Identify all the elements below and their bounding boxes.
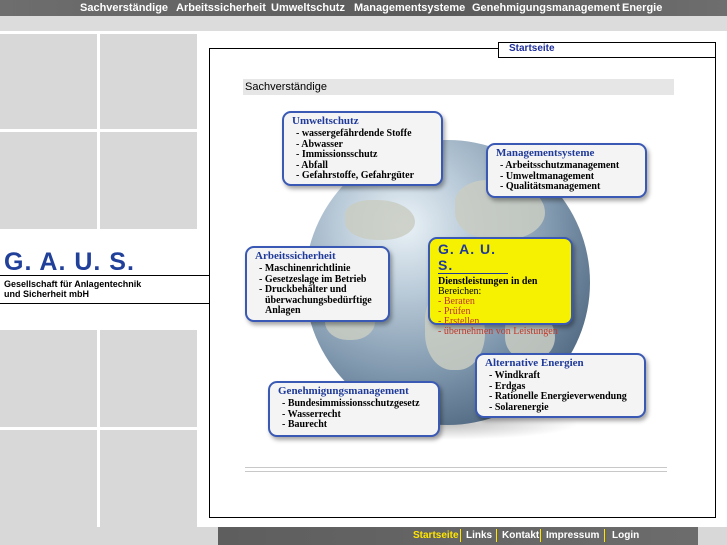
box-title: Alternative Energien xyxy=(485,357,584,369)
list-item: - Gefahrstoffe, Gefahrgüter xyxy=(296,170,415,181)
list-item: - Rationelle Energieverwendung xyxy=(489,391,627,402)
separator-pipe xyxy=(460,529,461,542)
footer-link-kontakt[interactable]: Kontakt xyxy=(502,530,539,541)
decor-tile xyxy=(0,430,97,527)
list-item: - Arbeitsschutzmanagement xyxy=(500,160,620,171)
list-item: - wassergefährdende Stoffe xyxy=(296,128,412,139)
nav-managementsysteme[interactable]: Managementsysteme xyxy=(354,1,465,15)
decor-tile xyxy=(0,132,97,229)
gaus-title: G. A. U. S. xyxy=(438,241,508,274)
list-item: - Windkraft xyxy=(489,370,541,381)
box-managementsysteme[interactable]: Managementsysteme - Arbeitsschutzmanagem… xyxy=(486,143,647,198)
decor-tile xyxy=(0,34,97,129)
footer-link-login[interactable]: Login xyxy=(612,530,639,541)
box-title: Arbeitssicherheit xyxy=(255,250,336,262)
logo: G. A. U. S. xyxy=(4,248,135,276)
decor-tile xyxy=(100,330,197,427)
box-alternative-energien[interactable]: Alternative Energien - Windkraft - Erdga… xyxy=(475,353,646,418)
nav-energie[interactable]: Energie xyxy=(622,1,662,15)
divider xyxy=(0,303,210,304)
box-title: Genehmigungsmanagement xyxy=(278,385,409,397)
nav-umweltschutz[interactable]: Umweltschutz xyxy=(271,1,345,15)
nav-arbeitssicherheit[interactable]: Arbeitssicherheit xyxy=(176,1,266,15)
list-item: - Bundesimmissionsschutzgesetz xyxy=(282,398,420,409)
list-item: - übernehmen von Leistungen xyxy=(438,326,558,337)
list-item: - Maschinenrichtlinie xyxy=(259,263,351,274)
list-item: Anlagen xyxy=(265,305,301,316)
divider xyxy=(0,275,210,276)
nav-genehmigungsmanagement[interactable]: Genehmigungsmanagement xyxy=(472,1,620,15)
tagline: Gesellschaft für Anlagentechnik und Sich… xyxy=(4,279,141,299)
list-item: - Qualitätsmanagement xyxy=(500,181,601,192)
decor-tile xyxy=(100,132,197,229)
footer-link-startseite[interactable]: Startseite xyxy=(413,530,459,541)
box-gaus[interactable]: G. A. U. S. Dienstleistungen in den Bere… xyxy=(428,237,573,337)
box-umweltschutz[interactable]: Umweltschutz - wassergefährdende Stoffe … xyxy=(282,111,443,186)
list-item: - Solarenergie xyxy=(489,401,549,413)
tagline-line: Gesellschaft für Anlagentechnik xyxy=(4,279,142,289)
footer-link-links[interactable]: Links xyxy=(466,530,492,541)
top-band xyxy=(0,16,727,31)
list-item: - Immissionsschutz xyxy=(296,149,378,160)
box-arbeitssicherheit[interactable]: Arbeitssicherheit - Maschinenrichtlinie … xyxy=(245,246,390,322)
list-item: - Baurecht xyxy=(282,419,328,430)
separator-pipe xyxy=(604,529,605,542)
box-title: Managementsysteme xyxy=(496,147,595,159)
decor-tile xyxy=(100,430,197,527)
tab-startseite[interactable]: Startseite xyxy=(509,43,555,54)
separator xyxy=(245,467,667,472)
nav-sachverstaendige[interactable]: Sachverständige xyxy=(80,1,168,15)
footer-link-impressum[interactable]: Impressum xyxy=(546,530,599,541)
decor-tile xyxy=(100,34,197,129)
separator-pipe xyxy=(496,529,497,542)
tagline-line: und Sicherheit mbH xyxy=(4,289,90,299)
decor-tile xyxy=(0,330,97,427)
section-title: Sachverständige xyxy=(243,79,674,95)
separator-pipe xyxy=(540,529,541,542)
box-genehmigungsmanagement[interactable]: Genehmigungsmanagement - Bundesimmission… xyxy=(268,381,440,437)
box-title: Umweltschutz xyxy=(292,115,359,127)
list-item: - Druckbehälter und xyxy=(259,284,347,295)
